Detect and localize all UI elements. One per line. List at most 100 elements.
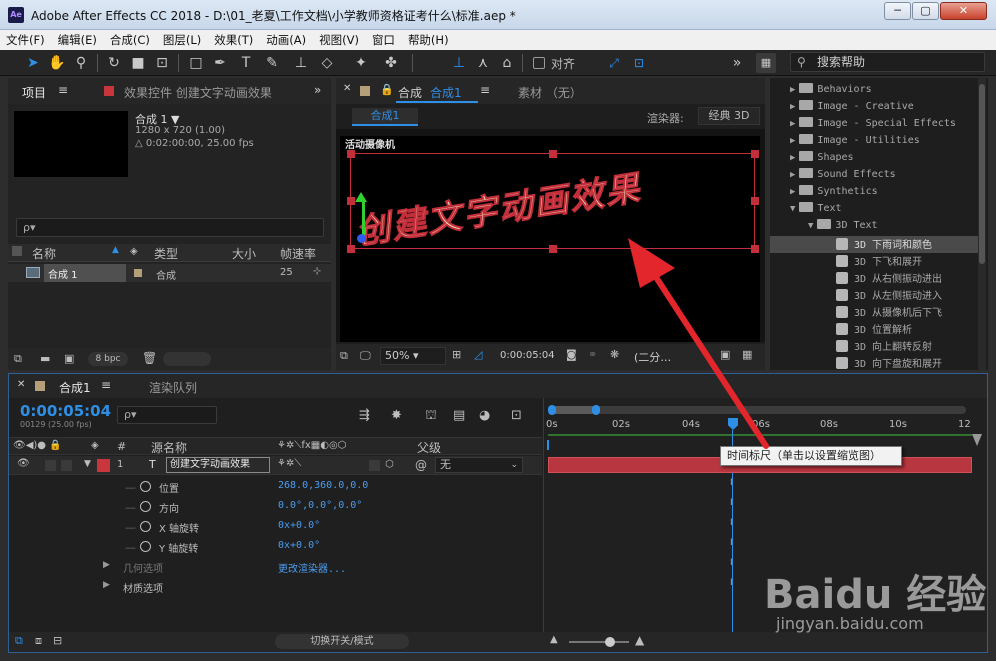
project-scroll-bar[interactable] <box>163 352 211 366</box>
parent-dropdown[interactable]: 无 ⌄ <box>435 457 523 473</box>
menu-window[interactable]: 窗口 <box>372 32 395 48</box>
snapping-checkbox[interactable] <box>533 57 545 69</box>
time-navigator-bar[interactable] <box>552 406 966 414</box>
column-type[interactable]: 类型 <box>154 245 178 262</box>
panel-menu-icon[interactable]: ≡ <box>58 83 68 97</box>
new-composition-icon[interactable]: ▣ <box>64 352 74 365</box>
keyframe-marker[interactable]: I <box>730 518 733 528</box>
column-parent[interactable]: 父级 <box>417 439 441 456</box>
interpret-footage-icon[interactable]: ⧉ <box>14 352 22 366</box>
preset-item[interactable]: 3D 位置解析 <box>836 321 912 338</box>
resolution-dropdown[interactable]: (二分… <box>634 349 671 365</box>
monitor-icon[interactable]: 🖵 <box>360 349 371 363</box>
fast-previews-icon[interactable]: ▣ <box>720 348 730 361</box>
hide-shy-layers-icon[interactable]: ⛫ <box>425 408 437 425</box>
time-navigator-thumb[interactable] <box>552 406 596 414</box>
expand-arrow-icon[interactable]: ▼ <box>790 204 795 214</box>
renderer-dropdown[interactable]: 经典 3D <box>698 107 760 125</box>
expand-arrow-icon[interactable]: ▶ <box>790 85 795 95</box>
show-snapshot-icon[interactable]: ⚭ <box>588 348 597 361</box>
tab-composition-name[interactable]: 合成1 <box>430 84 462 101</box>
zoom-in-icon[interactable]: ▲ <box>635 633 644 647</box>
effects-folder-item[interactable]: ▶ Image - Creative <box>790 100 914 117</box>
expand-arrow-icon[interactable]: ▶ <box>790 153 795 163</box>
video-visibility-icon[interactable]: 👁 <box>17 458 30 469</box>
roto-brush-tool-icon[interactable]: ✦ <box>350 53 372 73</box>
comp-flow-tab[interactable]: 合成1 <box>352 108 418 126</box>
draft-3d-icon[interactable]: ✸ <box>391 408 402 423</box>
effects-folder-item[interactable]: ▶ Image - Utilities <box>790 134 920 151</box>
preset-item[interactable]: 3D 从左侧振动进入 <box>836 287 942 304</box>
menu-help[interactable]: 帮助(H) <box>408 32 449 48</box>
lock-toggle[interactable] <box>61 460 72 471</box>
property-x-rotation-value[interactable]: 0x+0.0° <box>278 520 320 531</box>
layer-name[interactable]: 创建文字动画效果 <box>166 457 270 473</box>
preset-item[interactable]: 3D 从右侧振动进出 <box>836 270 942 287</box>
menu-view[interactable]: 视图(V) <box>319 32 359 48</box>
camera-tool-icon[interactable]: ■ <box>127 53 149 73</box>
tab-render-queue[interactable]: 渲染队列 <box>149 379 197 396</box>
maximize-button[interactable]: ▢ <box>912 2 939 20</box>
minimize-button[interactable]: ─ <box>884 2 911 20</box>
delete-icon[interactable]: 🗑 <box>142 351 157 365</box>
toggle-switches-modes-button[interactable]: 切换开关/模式 <box>275 634 409 649</box>
preset-item[interactable]: 3D 从摄像机后下飞 <box>836 304 942 321</box>
close-button[interactable]: ✕ <box>940 2 987 20</box>
change-renderer-link[interactable]: 更改渲染器... <box>278 560 346 575</box>
more-tabs-icon[interactable]: » <box>314 83 321 97</box>
zoom-slider-track[interactable] <box>569 641 629 643</box>
timeline-search-input[interactable]: ρ▾ <box>117 406 217 424</box>
pan-behind-tool-icon[interactable]: ⊡ <box>151 53 173 73</box>
effects-scroll-thumb[interactable] <box>979 84 985 264</box>
effects-folder-item[interactable]: ▼ Text <box>790 202 842 219</box>
menu-effect[interactable]: 效果(T) <box>214 32 253 48</box>
expand-arrow-icon[interactable]: ▶ <box>790 119 795 129</box>
expand-material-icon[interactable]: ▶ <box>103 580 110 590</box>
work-area-start[interactable] <box>547 440 549 450</box>
motion-blur-icon[interactable]: ◕ <box>479 408 490 423</box>
tab-project[interactable]: 项目 <box>22 84 46 101</box>
layer-switches[interactable]: ⚘✲⟍ <box>277 458 301 469</box>
stopwatch-icon[interactable] <box>140 521 151 532</box>
effects-folder-item[interactable]: ▶ Shapes <box>790 151 854 168</box>
keyframe-marker[interactable]: I <box>730 558 733 568</box>
expand-arrow-icon[interactable]: ▼ <box>808 221 813 231</box>
expand-arrow-icon[interactable]: ▶ <box>790 136 795 146</box>
brush-tool-icon[interactable]: ✎ <box>261 53 283 73</box>
frame-blending-icon[interactable]: ▤ <box>453 408 465 423</box>
selection-tool-icon[interactable]: ➤ <box>22 53 44 73</box>
column-source-name[interactable]: 源名称 <box>151 439 187 456</box>
project-item-row[interactable]: 合成 1 合成 25 ⊹ <box>8 264 331 282</box>
transform-handle[interactable] <box>347 245 355 253</box>
property-position-value[interactable]: 268.0,360.0,0.0 <box>278 480 368 491</box>
expand-layer-switches-icon[interactable]: ⧉ <box>15 634 23 648</box>
hand-tool-icon[interactable]: ✋ <box>46 53 68 73</box>
z-axis-handle[interactable] <box>357 234 366 243</box>
magnification-dropdown[interactable]: 50% ▾ <box>380 347 446 365</box>
transform-handle[interactable] <box>751 197 759 205</box>
bit-depth-button[interactable]: 8 bpc <box>88 352 128 366</box>
effects-folder-item[interactable]: ▶ Synthetics <box>790 185 878 202</box>
effects-folder-item[interactable]: ▶ Sound Effects <box>790 168 896 185</box>
snap-features-icon[interactable]: ⊡ <box>628 53 650 73</box>
layer-label-color[interactable] <box>97 459 110 472</box>
pen-tool-icon[interactable]: ✒ <box>209 53 231 73</box>
clone-stamp-tool-icon[interactable]: ⊥ <box>290 53 312 73</box>
tab-composition-prefix[interactable]: 合成 <box>398 84 422 101</box>
composition-mini-flowchart-icon[interactable]: ⇶ <box>359 408 370 423</box>
composition-viewer[interactable]: 活动摄像机 创建文字动画效果 <box>336 129 765 342</box>
flowchart-icon[interactable]: ⊹ <box>313 266 321 277</box>
close-tab-icon[interactable]: ✕ <box>17 379 25 390</box>
expand-in-out-panes-icon[interactable]: ⊟ <box>53 634 62 647</box>
effects-scrollbar[interactable] <box>978 78 986 370</box>
snap-edges-icon[interactable]: ⤢ <box>603 53 625 73</box>
graph-editor-icon[interactable]: ⊡ <box>511 408 522 423</box>
menu-edit[interactable]: 编辑(E) <box>58 32 97 48</box>
always-preview-icon[interactable]: ⧉ <box>340 349 348 363</box>
layer-row[interactable]: 👁 ▼ 1 T 创建文字动画效果 ⚘✲⟍ ⬡ @ 无 ⌄ <box>9 456 542 475</box>
effects-folder-item[interactable]: ▶ Behaviors <box>790 83 872 100</box>
eraser-tool-icon[interactable]: ◇ <box>316 53 338 73</box>
snapshot-icon[interactable]: ◙ <box>566 348 577 361</box>
column-framerate[interactable]: 帧速率 <box>280 245 316 262</box>
stopwatch-icon[interactable] <box>140 481 151 492</box>
